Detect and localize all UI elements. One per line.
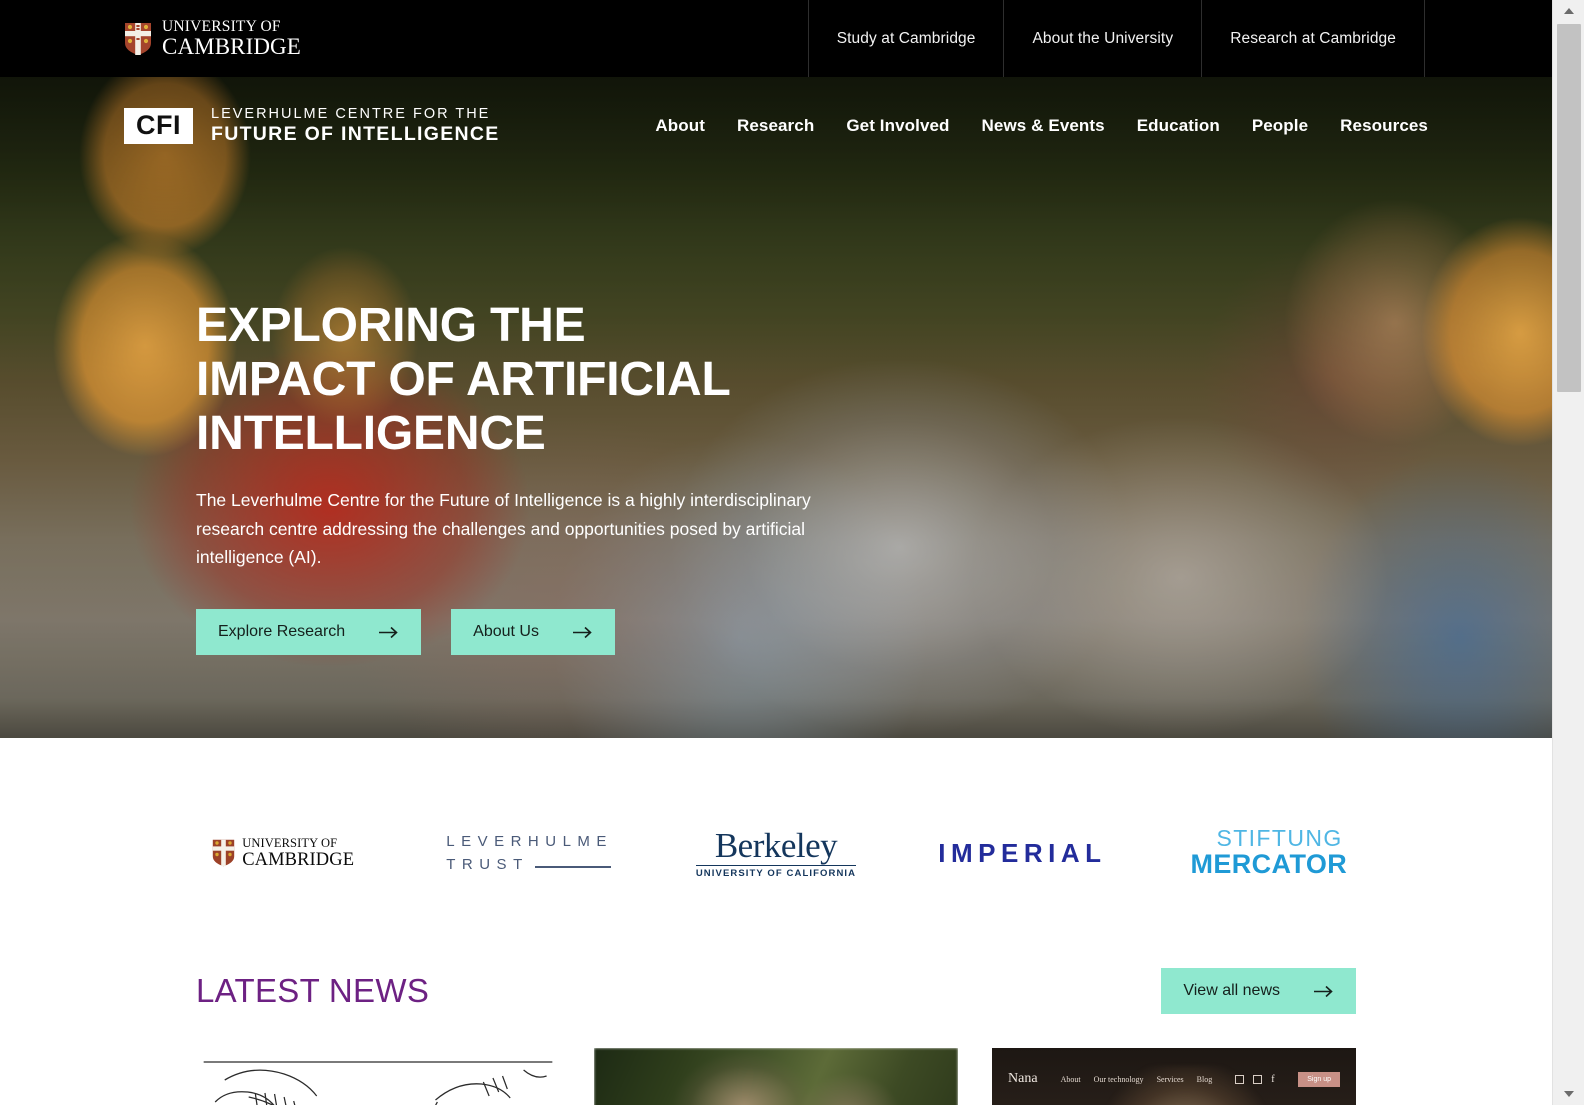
nana-link-blog: Blog — [1196, 1074, 1213, 1084]
instagram-icon — [1235, 1074, 1245, 1084]
explore-research-button[interactable]: Explore Research — [196, 609, 422, 656]
nav-item-education[interactable]: Education — [1137, 116, 1220, 136]
nana-social-icons: f Sign up — [1235, 1071, 1340, 1087]
university-nav-spacer — [1424, 0, 1552, 77]
youtube-icon — [1253, 1074, 1263, 1084]
news-card-1-image — [196, 1048, 560, 1105]
berkeley-logo: Berkeley UNIVERSITY OF CALIFORNIA — [695, 825, 857, 879]
arrow-right-icon — [1314, 985, 1334, 998]
cambridge-crest-icon — [213, 839, 235, 867]
university-nav: Study at Cambridge About the University … — [807, 0, 1552, 77]
nav-item-news-events[interactable]: News & Events — [982, 116, 1105, 136]
partner-berkeley[interactable]: Berkeley UNIVERSITY OF CALIFORNIA — [653, 818, 899, 888]
cfi-logo[interactable]: CFI LEVERHULME CENTRE FOR THE FUTURE OF … — [0, 106, 500, 146]
cfi-wordmark: LEVERHULME CENTRE FOR THE FUTURE OF INTE… — [211, 106, 500, 146]
nav-item-research[interactable]: Research — [737, 116, 814, 136]
arrow-right-icon — [379, 626, 399, 639]
hero-banner: CFI LEVERHULME CENTRE FOR THE FUTURE OF … — [0, 77, 1552, 738]
chevron-up-icon — [1564, 8, 1574, 14]
about-us-button[interactable]: About Us — [451, 609, 615, 656]
mercator-line2: MERCATOR — [1190, 849, 1348, 880]
partner-cambridge[interactable]: UNIVERSITY OF CAMBRIDGE — [160, 818, 406, 888]
main-nav: About Research Get Involved News & Event… — [655, 116, 1552, 136]
nav-item-get-involved[interactable]: Get Involved — [846, 116, 949, 136]
line-drawing-illustration-icon — [203, 1061, 553, 1105]
nana-site-navbar: Nana About Our technology Services Blog … — [992, 1062, 1356, 1096]
cambridge-partner-line1: UNIVERSITY OF — [242, 836, 338, 850]
news-card-2-image — [594, 1048, 958, 1105]
hero-cta-group: Explore Research About Us — [196, 609, 916, 656]
nav-item-people[interactable]: People — [1252, 116, 1308, 136]
cfi-mark: CFI — [124, 108, 193, 144]
scrollbar-down-button[interactable] — [1553, 1083, 1584, 1105]
news-card-2[interactable] — [594, 1048, 958, 1105]
page-content: UNIVERSITY OF CAMBRIDGE Study at Cambrid… — [0, 0, 1552, 1105]
nana-logo: Nana — [1008, 1071, 1038, 1086]
nana-link-about: About — [1060, 1074, 1081, 1084]
news-card-3-image: Nana About Our technology Services Blog … — [992, 1048, 1356, 1105]
facebook-icon: f — [1271, 1073, 1275, 1085]
news-card-3[interactable]: Nana About Our technology Services Blog … — [992, 1048, 1356, 1105]
nana-link-our-technology: Our technology — [1093, 1074, 1144, 1084]
mercator-line1: STIFTUNG — [1216, 825, 1343, 851]
cfi-wordmark-line1: LEVERHULME CENTRE FOR THE — [211, 105, 491, 122]
explore-research-label: Explore Research — [218, 623, 346, 641]
nav-research-at-cambridge[interactable]: Research at Cambridge — [1201, 0, 1424, 77]
cambridge-partner-wordmark: UNIVERSITY OF CAMBRIDGE — [242, 837, 354, 869]
leverhulme-line2-row: TRUST — [446, 853, 613, 876]
nana-link-services: Services — [1156, 1074, 1184, 1084]
leverhulme-rule — [534, 865, 611, 868]
vertical-scrollbar[interactable] — [1552, 0, 1584, 1105]
berkeley-line2: UNIVERSITY OF CALIFORNIA — [695, 864, 857, 879]
latest-news-header: LATEST NEWS View all news — [196, 968, 1356, 1048]
partner-leverhulme-trust[interactable]: LEVERHULME TRUST — [406, 818, 652, 888]
partner-logos-strip: UNIVERSITY OF CAMBRIDGE LEVERHULME TRUST… — [0, 738, 1552, 968]
news-card-grid: Nana About Our technology Services Blog … — [196, 1048, 1356, 1105]
nav-item-about[interactable]: About — [655, 116, 705, 136]
university-wordmark-line1: UNIVERSITY OF — [162, 17, 281, 35]
hero-description: The Leverhulme Centre for the Future of … — [196, 490, 811, 567]
latest-news-section: LATEST NEWS View all news Nana About Our… — [0, 968, 1552, 1105]
leverhulme-line2: TRUST — [446, 856, 529, 873]
scrollbar-up-button[interactable] — [1553, 0, 1584, 22]
browser-viewport: UNIVERSITY OF CAMBRIDGE Study at Cambrid… — [0, 0, 1584, 1105]
scrollbar-thumb[interactable] — [1557, 24, 1581, 392]
partner-imperial[interactable]: IMPERIAL — [899, 818, 1145, 888]
view-all-news-label: View all news — [1183, 982, 1280, 999]
nav-about-the-university[interactable]: About the University — [1003, 0, 1201, 77]
site-header: CFI LEVERHULME CENTRE FOR THE FUTURE OF … — [0, 77, 1552, 175]
nav-study-at-cambridge[interactable]: Study at Cambridge — [807, 0, 1004, 77]
hero-content: Exploring the impact of artificial intel… — [196, 299, 916, 656]
university-wordmark-line2: CAMBRIDGE — [162, 34, 301, 60]
nana-nav-links: About Our technology Services Blog — [1061, 1075, 1213, 1084]
cfi-wordmark-line2: FUTURE OF INTELLIGENCE — [211, 123, 500, 146]
university-of-cambridge-logo[interactable]: UNIVERSITY OF CAMBRIDGE — [0, 0, 301, 77]
stiftung-mercator-logo: STIFTUNG MERCATOR — [1190, 825, 1348, 880]
news-card-1[interactable] — [196, 1048, 560, 1105]
view-all-news-button[interactable]: View all news — [1161, 968, 1356, 1014]
university-top-bar: UNIVERSITY OF CAMBRIDGE Study at Cambrid… — [0, 0, 1552, 77]
imperial-logo: IMPERIAL — [938, 837, 1107, 868]
nana-signup-button: Sign up — [1298, 1071, 1340, 1087]
chevron-down-icon — [1564, 1091, 1574, 1097]
cambridge-crest-icon — [125, 22, 151, 55]
cambridge-partner-line2: CAMBRIDGE — [242, 849, 355, 870]
about-us-label: About Us — [473, 623, 539, 641]
hero-title: Exploring the impact of artificial intel… — [196, 299, 730, 460]
university-wordmark: UNIVERSITY OF CAMBRIDGE — [162, 19, 301, 59]
leverhulme-trust-logo: LEVERHULME TRUST — [446, 830, 613, 877]
berkeley-line1: Berkeley — [714, 825, 838, 865]
cambridge-partner-logo: UNIVERSITY OF CAMBRIDGE — [212, 837, 354, 869]
latest-news-heading: LATEST NEWS — [196, 972, 430, 1009]
arrow-right-icon — [572, 626, 593, 639]
leverhulme-line1: LEVERHULME — [446, 832, 613, 850]
partner-stiftung-mercator[interactable]: STIFTUNG MERCATOR — [1146, 818, 1392, 888]
nav-item-resources[interactable]: Resources — [1340, 116, 1428, 136]
